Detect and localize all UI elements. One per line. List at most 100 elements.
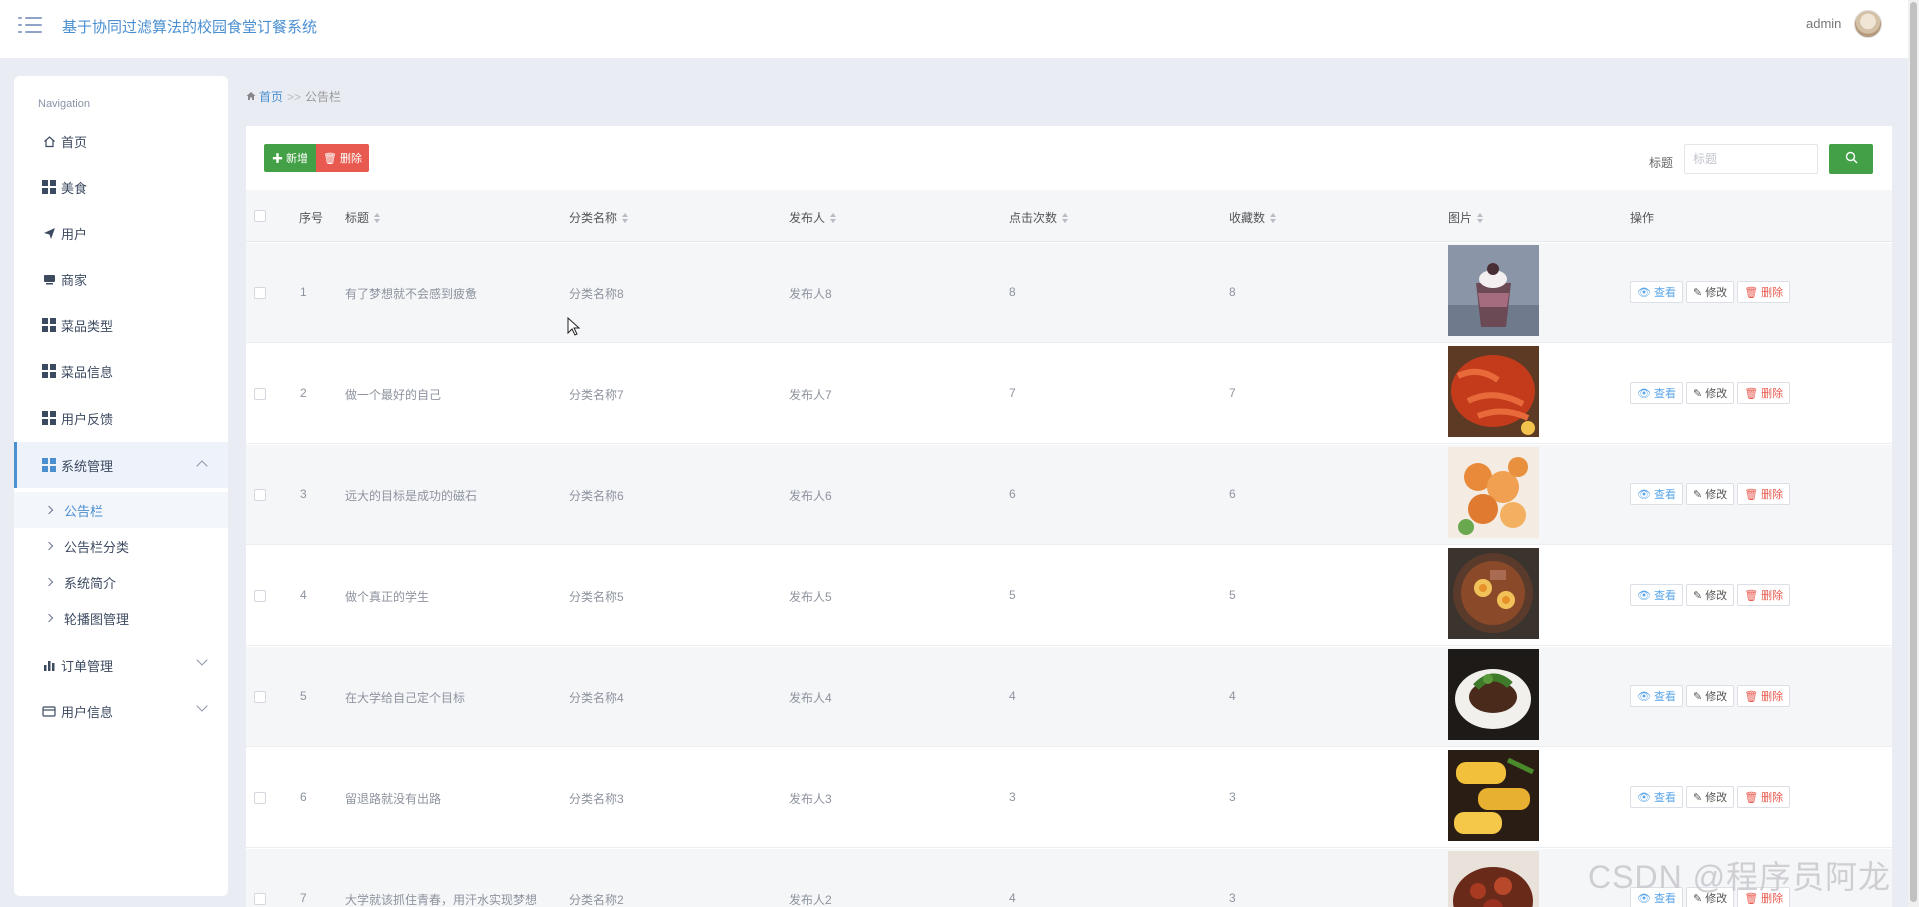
sub-item-bulletin-category[interactable]: 公告栏分类 [14,528,228,564]
trash-icon: 🗑 [1744,488,1759,501]
delete-button[interactable]: 🗑 删除 [1737,685,1791,707]
cell-category: 分类名称8 [569,287,624,301]
view-label: 查看 [1653,691,1676,703]
row-checkbox[interactable] [254,792,266,804]
row-checkbox[interactable] [254,691,266,703]
sidebar-item-food[interactable]: 美食 [14,164,228,210]
sort-icon [830,212,837,223]
eye-icon: 👁 [1637,387,1651,400]
sub-item-carousel[interactable]: 轮播图管理 [14,600,228,636]
delete-label: 删除 [1761,691,1784,703]
top-bar: 基于协同过滤算法的校园食堂订餐系统 admin [0,0,1919,58]
grid-icon [42,364,56,378]
braised-dish-image [1448,649,1539,740]
table-row: 1 有了梦想就不会感到疲惫 分类名称8 发布人8 8 8 👁 查看 ✎ 修改 🗑 删除 [246,243,1892,343]
sidebar-item-dish-types[interactable]: 菜品类型 [14,302,228,348]
card-icon [42,704,56,718]
menu-toggle-icon[interactable] [18,14,42,36]
delete-label: 删除 [1761,489,1784,501]
delete-button[interactable]: 🗑 删除 [1737,786,1791,808]
sidebar-item-user-info[interactable]: 用户信息 [14,688,228,734]
sidebar-item-system-management[interactable]: 系统管理 [14,442,228,488]
add-button[interactable]: ✚ 新增 [264,144,316,172]
cell-title: 有了梦想就不会感到疲惫 [345,287,478,301]
row-checkbox[interactable] [254,590,266,602]
view-label: 查看 [1653,489,1676,501]
sidebar-item-label: 美食 [61,180,88,196]
row-checkbox[interactable] [254,893,266,905]
row-actions: 👁 查看 ✎ 修改 🗑 删除 [1630,382,1791,404]
column-header-label: 点击次数 [1009,211,1058,225]
column-header-clicks[interactable]: 点击次数 [1009,209,1069,226]
send-icon [42,226,56,240]
edit-button[interactable]: ✎ 修改 [1685,281,1735,303]
row-checkbox[interactable] [254,287,266,299]
row-checkbox[interactable] [254,388,266,400]
sidebar-item-dish-info[interactable]: 菜品信息 [14,348,228,394]
breadcrumb-home[interactable]: 首页 [259,88,283,105]
sidebar-item-feedback[interactable]: 用户反馈 [14,395,228,441]
delete-button[interactable]: 🗑 删除 [1737,584,1791,606]
select-all-checkbox[interactable] [254,210,266,222]
cell-category: 分类名称7 [569,388,624,402]
edit-button[interactable]: ✎ 修改 [1685,382,1735,404]
column-header-title[interactable]: 标题 [345,209,381,226]
view-button[interactable]: 👁 查看 [1630,685,1683,707]
eye-icon: 👁 [1637,791,1651,804]
search-button[interactable] [1829,144,1873,174]
column-header-label: 标题 [345,211,370,225]
view-button[interactable]: 👁 查看 [1630,382,1683,404]
column-header-image[interactable]: 图片 [1448,209,1484,226]
eye-icon: 👁 [1637,690,1651,703]
sidebar-item-label: 用户反馈 [61,411,114,427]
cell-no: 3 [300,487,307,501]
sidebar: Navigation 首页 美食 用户 商家 菜品类型 菜品信息 用户反馈 系统… [14,76,228,896]
crayfish-image [1448,346,1539,437]
scrollbar-thumb[interactable] [1910,2,1917,902]
column-header-category[interactable]: 分类名称 [569,209,629,226]
avatar[interactable] [1854,10,1882,38]
bar-chart-icon [42,658,56,672]
page-scrollbar[interactable] [1908,0,1919,907]
sort-icon [1477,212,1484,223]
view-button[interactable]: 👁 查看 [1630,281,1683,303]
edit-button[interactable]: ✎ 修改 [1685,685,1735,707]
view-label: 查看 [1653,388,1676,400]
sidebar-item-orders[interactable]: 订单管理 [14,642,228,688]
cell-publisher: 发布人4 [789,691,832,705]
view-button[interactable]: 👁 查看 [1630,786,1683,808]
row-checkbox[interactable] [254,489,266,501]
table-row: 4 做个真正的学生 分类名称5 发布人5 5 5 👁 查看 ✎ 修改 🗑 删除 [246,546,1892,646]
search-input[interactable] [1684,144,1818,174]
delete-button[interactable]: 🗑 删除 [1737,281,1791,303]
sidebar-item-merchants[interactable]: 商家 [14,256,228,302]
cell-favorites: 3 [1229,790,1236,804]
delete-button[interactable]: 🗑 删除 [1737,382,1791,404]
edit-icon: ✎ [1692,690,1703,703]
corn-rolls-image [1448,750,1539,841]
cell-title: 留退路就没有出路 [345,792,442,806]
sidebar-item-users[interactable]: 用户 [14,210,228,256]
sidebar-item-label: 用户 [61,226,88,242]
view-label: 查看 [1653,590,1676,602]
delete-selected-button[interactable]: 🗑 删除 [316,144,369,172]
column-header-favorites[interactable]: 收藏数 [1229,209,1277,226]
view-button[interactable]: 👁 查看 [1630,483,1683,505]
sidebar-item-home[interactable]: 首页 [14,118,228,164]
sub-item-bulletin[interactable]: 公告栏 [14,492,228,528]
sub-item-system-intro[interactable]: 系统简介 [14,564,228,600]
add-button-label: 新增 [286,153,309,165]
cell-clicks: 3 [1009,790,1016,804]
chevron-up-icon [196,460,208,472]
sidebar-item-label: 用户信息 [61,704,114,720]
cell-category: 分类名称4 [569,691,624,705]
edit-button[interactable]: ✎ 修改 [1685,786,1735,808]
edit-button[interactable]: ✎ 修改 [1685,584,1735,606]
column-header-label: 发布人 [789,211,826,225]
user-name[interactable]: admin [1806,16,1841,31]
cell-clicks: 8 [1009,285,1016,299]
view-button[interactable]: 👁 查看 [1630,584,1683,606]
column-header-publisher[interactable]: 发布人 [789,209,837,226]
delete-button[interactable]: 🗑 删除 [1737,483,1791,505]
edit-button[interactable]: ✎ 修改 [1685,483,1735,505]
